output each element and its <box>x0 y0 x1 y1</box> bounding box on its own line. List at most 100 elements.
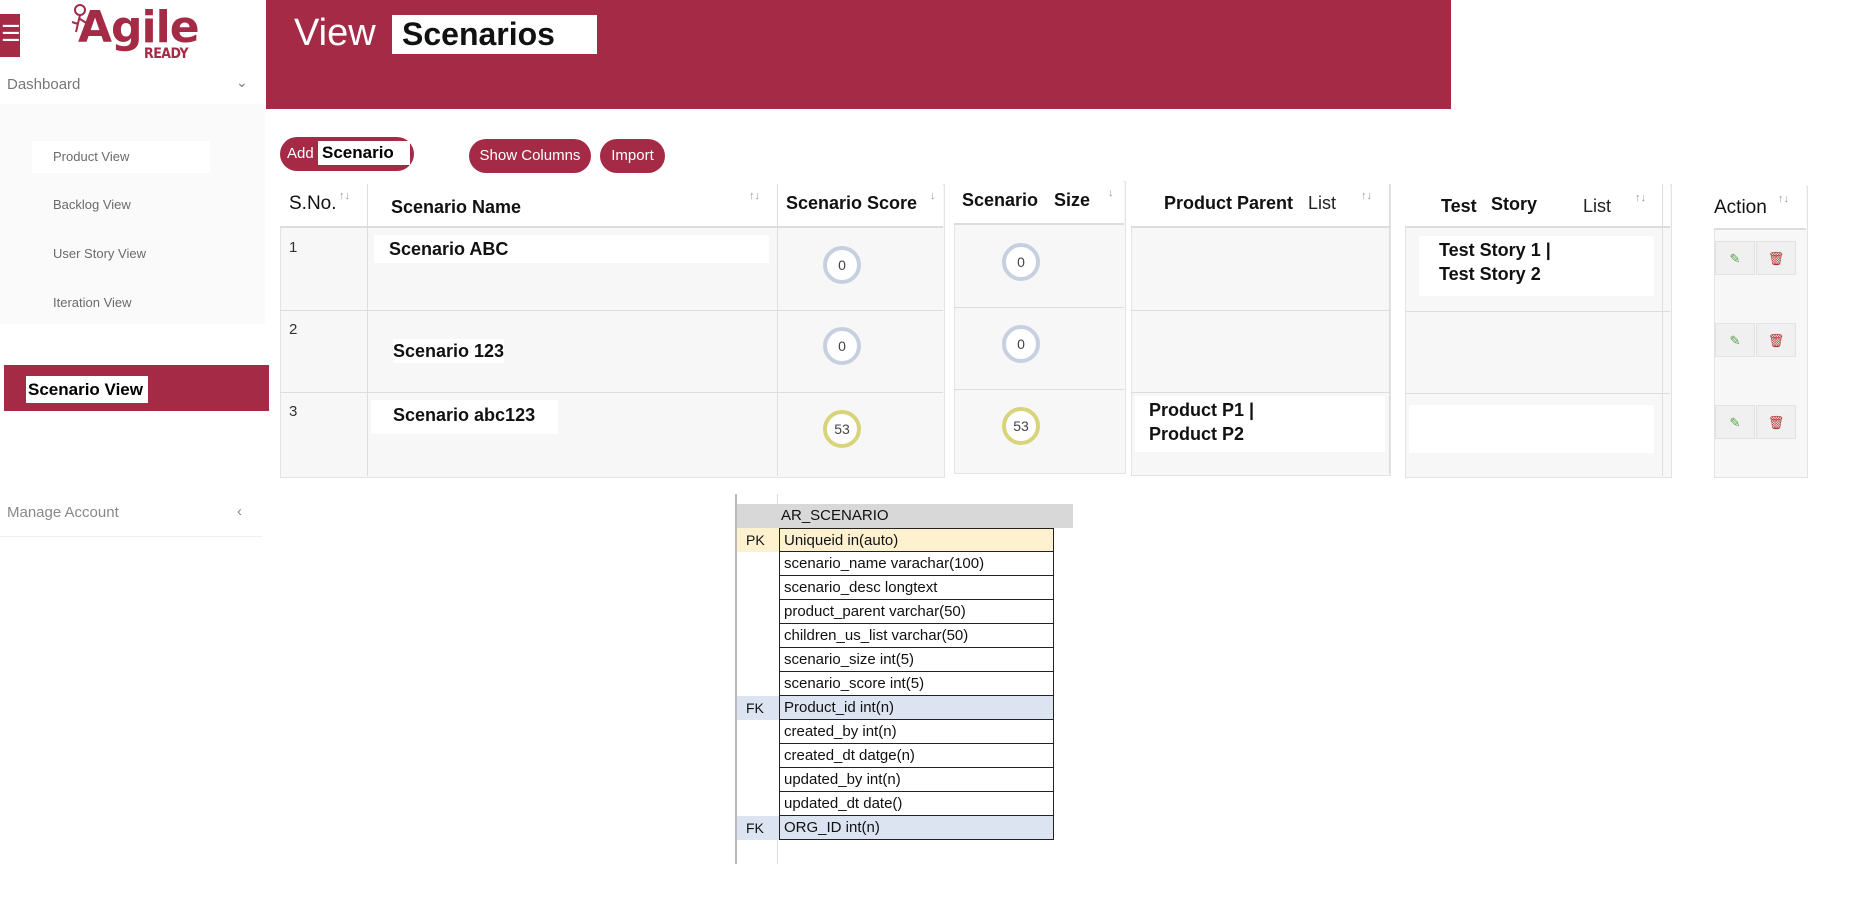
row-3-score-ring: 53 <box>823 410 861 448</box>
row-2-score-ring: 0 <box>823 327 861 365</box>
db-field-key <box>737 720 779 744</box>
db-field-row: scenario_score int(5) <box>737 672 1073 696</box>
db-field-key <box>737 792 779 816</box>
db-field-key <box>737 624 779 648</box>
db-field-key <box>737 600 779 624</box>
column-divider <box>777 184 778 476</box>
sort-icon[interactable]: ↑↓ <box>1778 193 1789 205</box>
row-2-edit-icon[interactable]: ✎ <box>1715 323 1755 357</box>
db-field-name: ORG_ID int(n) <box>779 816 1054 840</box>
row-divider <box>1405 393 1670 394</box>
db-field-name: children_us_list varchar(50) <box>779 624 1054 648</box>
row-2-scenario-name[interactable]: Scenario 123 <box>393 339 505 363</box>
header-size-a[interactable]: Scenario <box>962 190 1038 211</box>
agile-ready-logo: Agile READY <box>64 2 204 66</box>
header-scenario-name[interactable]: Scenario Name <box>391 197 521 218</box>
divider <box>0 536 262 537</box>
sidebar-item-backlog-view[interactable]: Backlog View <box>32 189 210 221</box>
sort-icon[interactable]: ↓ <box>930 190 936 202</box>
sort-icon[interactable]: ↓ <box>1108 187 1114 199</box>
db-field-row: updated_by int(n) <box>737 768 1073 792</box>
sort-icon[interactable]: ↑↓ <box>749 190 760 202</box>
row-3-test-story[interactable] <box>1409 405 1654 453</box>
db-field-name: scenario_size int(5) <box>779 648 1054 672</box>
header-product-parent-list[interactable]: List <box>1308 193 1336 214</box>
db-field-key <box>737 744 779 768</box>
db-field-key <box>737 672 779 696</box>
row-divider <box>1131 392 1389 393</box>
show-columns-button[interactable]: Show Columns <box>469 139 591 173</box>
sidebar-item-iteration-view[interactable]: Iteration View <box>32 287 210 319</box>
db-field-row: FK Product_id int(n) <box>737 696 1073 720</box>
row-1-size-ring: 0 <box>1002 243 1040 281</box>
sidebar-manage-account[interactable]: Manage Account <box>7 504 119 521</box>
row-1-score-ring: 0 <box>823 246 861 284</box>
db-field-name: Uniqueid in(auto) <box>779 528 1054 552</box>
db-field-row: scenario_size int(5) <box>737 648 1073 672</box>
row-3-sno: 3 <box>289 403 298 420</box>
sidebar-item-user-story-view[interactable]: User Story View <box>32 238 210 270</box>
row-1-delete-icon[interactable]: 🗑 <box>1756 241 1796 275</box>
page-title-prefix: View <box>294 12 376 54</box>
row-3-size-ring: 53 <box>1002 407 1040 445</box>
hamburger-menu-icon[interactable]: ☰ <box>0 14 21 57</box>
row-divider <box>954 389 1124 390</box>
header-product-parent[interactable]: Product Parent <box>1164 193 1293 214</box>
row-2-size-ring: 0 <box>1002 325 1040 363</box>
db-field-name: Product_id int(n) <box>779 696 1054 720</box>
db-field-row: product_parent varchar(50) <box>737 600 1073 624</box>
db-field-row: FK ORG_ID int(n) <box>737 816 1073 840</box>
row-divider <box>280 310 943 311</box>
row-1-sno: 1 <box>289 239 298 256</box>
chevron-down-icon[interactable]: ⌄ <box>236 74 248 91</box>
db-field-key <box>737 576 779 600</box>
row-3-product-parent[interactable]: Product P1 | Product P2 <box>1135 396 1385 452</box>
sidebar-item-scenario-label[interactable]: Scenario View <box>26 376 148 403</box>
db-field-name: updated_dt date() <box>779 792 1054 816</box>
header-scenario-score[interactable]: Scenario Score <box>786 193 917 214</box>
header-story[interactable]: Story <box>1491 194 1537 215</box>
row-2-delete-icon[interactable]: 🗑 <box>1756 323 1796 357</box>
header-action: Action <box>1714 197 1767 218</box>
column-divider <box>1389 184 1390 474</box>
row-1-test-story[interactable]: Test Story 1 | Test Story 2 <box>1419 236 1654 296</box>
db-field-row: created_by int(n) <box>737 720 1073 744</box>
page-title: Scenarios <box>392 15 597 54</box>
add-scenario-label: Scenario <box>318 141 410 165</box>
db-field-name: scenario_desc longtext <box>779 576 1054 600</box>
db-schema-table: AR_SCENARIO PK Uniqueid in(auto) scenario_… <box>735 494 1073 864</box>
add-scenario-button[interactable]: Add Scenario <box>280 137 414 171</box>
db-field-name: created_by int(n) <box>779 720 1054 744</box>
header-sno[interactable]: S.No. <box>289 193 337 215</box>
sort-icon[interactable]: ↑↓ <box>1361 190 1372 202</box>
db-field-key <box>737 768 779 792</box>
row-3-delete-icon[interactable]: 🗑 <box>1756 405 1796 439</box>
row-3-scenario-name[interactable]: Scenario abc123 <box>371 400 558 434</box>
sidebar-item-product-view[interactable]: Product View <box>32 141 210 173</box>
add-label: Add <box>287 145 314 162</box>
db-field-key: PK <box>737 528 779 552</box>
row-1-edit-icon[interactable]: ✎ <box>1715 241 1755 275</box>
row-2-sno: 2 <box>289 321 298 338</box>
row-1-story-2: Test Story 2 <box>1439 264 1541 284</box>
sort-icon[interactable]: ↑↓ <box>339 190 350 202</box>
header-size-b[interactable]: Size <box>1054 190 1090 211</box>
db-field-row: scenario_desc longtext <box>737 576 1073 600</box>
db-field-key: FK <box>737 696 779 720</box>
header-test[interactable]: Test <box>1441 196 1477 217</box>
db-field-row: PK Uniqueid in(auto) <box>737 528 1073 552</box>
sidebar-dashboard[interactable]: Dashboard <box>7 76 247 93</box>
db-field-name: product_parent varchar(50) <box>779 600 1054 624</box>
chevron-left-icon[interactable]: ‹ <box>237 503 242 520</box>
header-story-list[interactable]: List <box>1583 196 1611 217</box>
db-field-name: updated_by int(n) <box>779 768 1054 792</box>
row-divider <box>280 392 943 393</box>
row-1-scenario-name[interactable]: Scenario ABC <box>374 235 769 263</box>
db-field-key <box>737 648 779 672</box>
row-1-story-1: Test Story 1 | <box>1439 240 1551 260</box>
import-button[interactable]: Import <box>600 139 665 173</box>
db-field-row: children_us_list varchar(50) <box>737 624 1073 648</box>
row-3-edit-icon[interactable]: ✎ <box>1715 405 1755 439</box>
db-field-row: created_dt datge(n) <box>737 744 1073 768</box>
sort-icon[interactable]: ↑↓ <box>1635 192 1646 204</box>
